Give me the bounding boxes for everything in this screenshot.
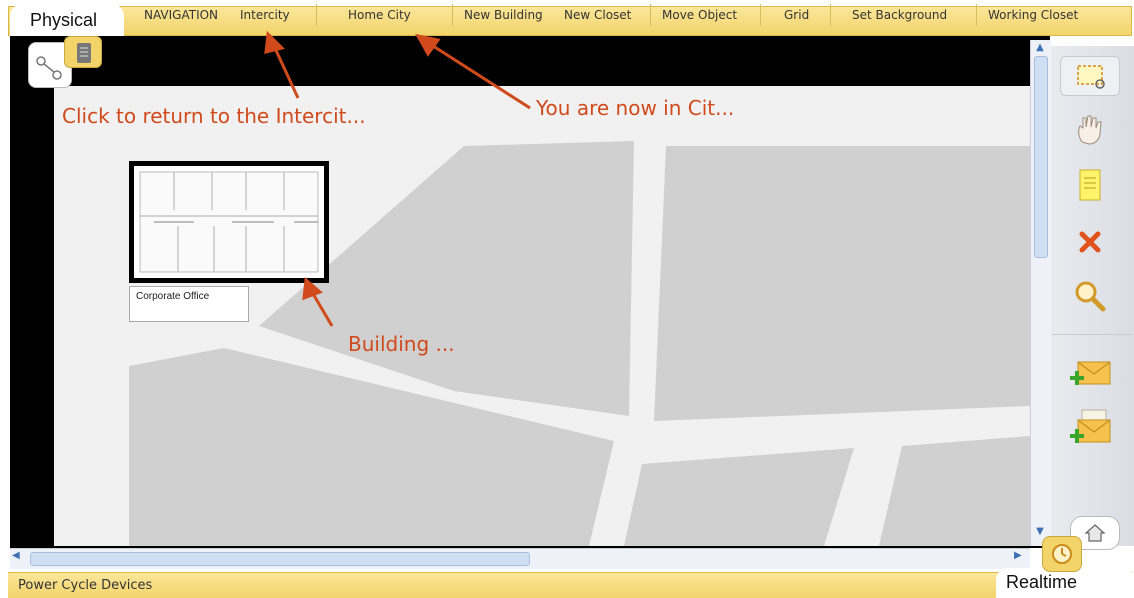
realtime-mode-button[interactable] <box>1042 536 1082 572</box>
scroll-left-arrow-icon[interactable]: ◀ <box>12 550 26 566</box>
vertical-scroll-thumb[interactable] <box>1034 56 1048 258</box>
move-layout-button[interactable] <box>1060 110 1120 150</box>
add-simple-pdu-icon <box>1070 361 1111 385</box>
select-tool-button[interactable] <box>1060 56 1120 96</box>
delete-icon <box>1079 231 1101 253</box>
note-icon <box>1079 169 1101 201</box>
annotation-arrows <box>264 30 531 327</box>
realtime-tab-label[interactable]: Realtime <box>1006 572 1077 593</box>
add-complex-pdu-button[interactable] <box>1060 408 1120 448</box>
panel-divider <box>1052 334 1132 335</box>
select-area-icon <box>1077 65 1105 89</box>
zoom-icon <box>1075 281 1106 312</box>
add-complex-pdu-icon <box>1070 409 1111 443</box>
delete-button[interactable] <box>1060 222 1120 262</box>
hand-icon <box>1078 115 1102 145</box>
viewport-icon <box>1084 524 1106 542</box>
arrow-to-building <box>302 277 334 327</box>
power-cycle-devices-button[interactable]: Power Cycle Devices <box>18 578 152 593</box>
clock-icon <box>1052 544 1072 564</box>
horizontal-scroll-thumb[interactable] <box>30 552 530 566</box>
scroll-up-arrow-icon[interactable]: ▲ <box>1032 42 1048 56</box>
arrow-to-home-city <box>415 33 531 110</box>
scroll-right-arrow-icon[interactable]: ▶ <box>1014 550 1028 566</box>
place-note-button[interactable] <box>1060 166 1120 206</box>
arrow-to-intercity <box>264 30 300 99</box>
bottom-status-bar <box>8 572 1132 598</box>
add-simple-pdu-button[interactable] <box>1060 354 1120 394</box>
inspect-button[interactable] <box>1060 276 1120 316</box>
